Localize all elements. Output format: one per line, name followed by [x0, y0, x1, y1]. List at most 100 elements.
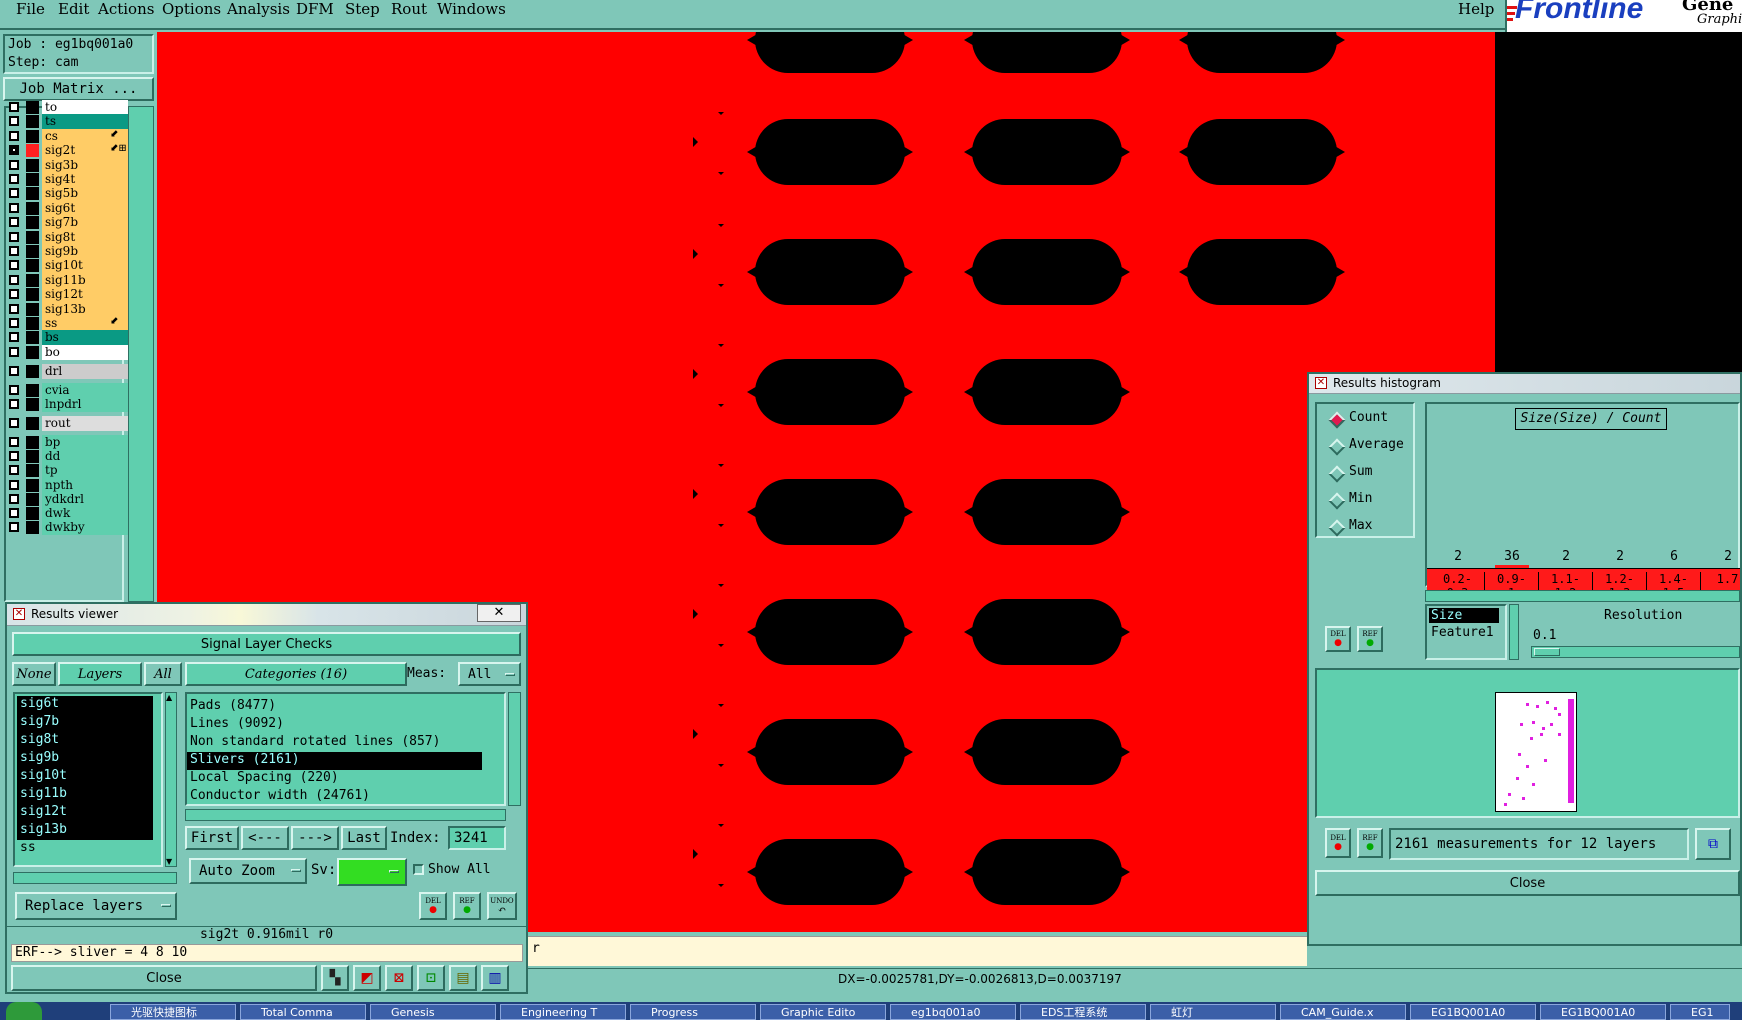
- del-button[interactable]: DEL ●: [419, 892, 447, 920]
- radio-label[interactable]: Count: [1349, 410, 1388, 425]
- radio-label[interactable]: Min: [1349, 491, 1372, 506]
- layer-name[interactable]: cvia: [42, 383, 128, 398]
- layer-checkbox[interactable]: [9, 332, 19, 343]
- menu-file[interactable]: File: [16, 0, 45, 18]
- last-button[interactable]: Last: [341, 826, 387, 850]
- list-item[interactable]: sig6t: [17, 696, 153, 714]
- measure-scrollbar[interactable]: [1509, 604, 1519, 660]
- category-item[interactable]: Conductor width (24761): [187, 788, 482, 806]
- menu-actions[interactable]: Actions: [98, 0, 154, 18]
- layer-color-swatch[interactable]: [26, 317, 39, 330]
- layer-name[interactable]: sig10t: [42, 258, 128, 274]
- prev-button[interactable]: <---: [241, 826, 289, 850]
- slider-thumb[interactable]: [1534, 648, 1560, 656]
- layer-row-sig9b[interactable]: sig9b: [6, 244, 128, 259]
- layer-row-sig4t[interactable]: sig4t: [6, 172, 128, 187]
- layer-color-swatch[interactable]: [26, 216, 39, 230]
- toolbar-icon-2[interactable]: ◩: [353, 965, 381, 991]
- layer-color-swatch[interactable]: [26, 288, 39, 302]
- list-item[interactable]: sig11b: [17, 786, 153, 804]
- radio-label[interactable]: Sum: [1349, 464, 1372, 479]
- menu-step[interactable]: Step: [345, 0, 380, 18]
- list-item[interactable]: sig9b: [17, 750, 153, 768]
- start-button[interactable]: [6, 1002, 42, 1020]
- taskbar-item[interactable]: Genesis: [370, 1004, 496, 1020]
- scroll-down-icon[interactable]: ▼: [166, 857, 172, 866]
- toolbar-icon-3[interactable]: ⊠: [385, 965, 413, 991]
- layer-row-ydkdrl[interactable]: ydkdrl: [6, 492, 128, 507]
- layer-color-swatch[interactable]: [26, 521, 39, 534]
- menu-windows[interactable]: Windows: [437, 0, 506, 18]
- rv-titlebar[interactable]: ✕ Results viewer ✕: [7, 604, 526, 626]
- taskbar-item[interactable]: Total Comma: [240, 1004, 366, 1020]
- layer-name[interactable]: npth: [42, 478, 128, 493]
- layer-color-swatch[interactable]: [26, 273, 39, 287]
- layer-name[interactable]: bp: [42, 435, 128, 450]
- list-item[interactable]: sig7b: [17, 714, 153, 732]
- size-item[interactable]: Size: [1429, 608, 1499, 623]
- list-item[interactable]: sig12t: [17, 804, 153, 822]
- layer-name[interactable]: bs: [42, 330, 128, 346]
- menu-rout[interactable]: Rout: [391, 0, 427, 18]
- layer-color-swatch[interactable]: [26, 201, 39, 215]
- layer-color-swatch[interactable]: [26, 479, 39, 492]
- taskbar-item[interactable]: EG1: [1670, 1004, 1730, 1020]
- layer-row-sig6t[interactable]: sig6t: [6, 200, 128, 216]
- ref-button[interactable]: REF ●: [1357, 828, 1383, 858]
- layer-name[interactable]: sig13b: [42, 301, 128, 317]
- layer-checkbox[interactable]: [9, 480, 19, 490]
- layer-name[interactable]: sig12t: [42, 287, 128, 303]
- menu-help[interactable]: Help: [1458, 0, 1494, 18]
- layer-name[interactable]: sig6t: [42, 200, 128, 216]
- radio-average[interactable]: [1328, 438, 1346, 456]
- layer-row-sig3b[interactable]: sig3b: [6, 157, 128, 173]
- layer-color-swatch[interactable]: [26, 302, 39, 316]
- menu-edit[interactable]: Edit: [58, 0, 89, 18]
- layer-checkbox[interactable]: [9, 202, 19, 213]
- taskbar-item[interactable]: CAM_Guide.x: [1280, 1004, 1406, 1020]
- layer-row-tp[interactable]: tp: [6, 463, 128, 478]
- layer-checkbox[interactable]: [9, 346, 19, 357]
- ref-button[interactable]: REF ●: [1357, 626, 1383, 652]
- layer-row-sig2t[interactable]: sig2t ⬋⊞: [6, 143, 128, 159]
- layer-checkbox[interactable]: [9, 522, 19, 532]
- layer-row-npth[interactable]: npth: [6, 478, 128, 493]
- rv-category-hscroll[interactable]: [185, 809, 506, 821]
- layer-checkbox[interactable]: [9, 366, 19, 376]
- taskbar-item[interactable]: eg1bq001a0: [890, 1004, 1016, 1020]
- layer-name[interactable]: ts: [42, 114, 128, 130]
- list-item[interactable]: ss: [17, 840, 153, 858]
- radio-sum[interactable]: [1328, 465, 1346, 483]
- category-item[interactable]: Pads (8477): [187, 698, 482, 716]
- auto-zoom-dropdown[interactable]: Auto Zoom: [189, 858, 307, 884]
- layer-color-swatch[interactable]: [26, 417, 39, 430]
- layer-color-swatch[interactable]: [26, 173, 39, 186]
- next-button[interactable]: --->: [291, 826, 339, 850]
- category-item[interactable]: Slivers (2161): [187, 752, 482, 770]
- del-button[interactable]: DEL ●: [1325, 828, 1351, 858]
- layer-color-swatch[interactable]: [26, 365, 39, 378]
- histogram-icon[interactable]: ▥: [481, 965, 509, 991]
- category-item[interactable]: Non standard rotated lines (857): [187, 734, 482, 752]
- zoom-fit-icon[interactable]: ⧉: [1695, 828, 1731, 860]
- feature-item[interactable]: Feature1: [1427, 625, 1505, 640]
- command-line[interactable]: r: [528, 936, 1307, 966]
- layers-button[interactable]: Layers: [58, 662, 142, 686]
- layer-row-to[interactable]: to: [6, 100, 128, 115]
- histogram-hscroll[interactable]: [1425, 590, 1740, 602]
- taskbar-item[interactable]: 虹灯: [1150, 1004, 1276, 1020]
- layer-color-swatch[interactable]: [26, 507, 39, 520]
- rv-layer-list[interactable]: sig6t sig7b sig8t sig9b sig10t sig11b sig12t si…: [13, 692, 163, 867]
- none-button[interactable]: None: [12, 662, 56, 686]
- layer-row-cs[interactable]: cs ⬋: [6, 128, 128, 144]
- layer-row-bp[interactable]: bp: [6, 435, 128, 450]
- job-matrix-button[interactable]: Job Matrix ...: [3, 77, 154, 101]
- radio-count[interactable]: [1328, 411, 1346, 429]
- layer-row-sig12t[interactable]: sig12t: [6, 287, 128, 303]
- layer-row-dwk[interactable]: dwk: [6, 506, 128, 521]
- layer-checkbox[interactable]: [9, 289, 19, 300]
- undo-button[interactable]: UNDO ↶: [487, 892, 517, 920]
- replace-layers-dropdown[interactable]: Replace layers: [15, 892, 177, 920]
- list-item[interactable]: sig13b: [17, 822, 153, 840]
- toolbar-icon-4[interactable]: ⊡: [417, 965, 445, 991]
